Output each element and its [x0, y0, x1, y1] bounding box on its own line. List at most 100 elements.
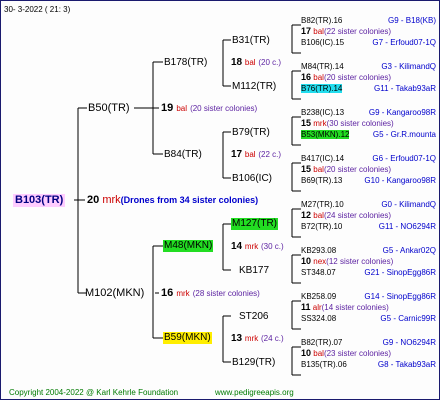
gen4-drone-info: 16 bal(20 sister colonies) [301, 72, 391, 83]
gen4-lower-queen: B53(MKN).12 [301, 129, 350, 140]
gen1-abbr: bal [176, 104, 187, 113]
gen4-lower-queen: B76(TR).14 [301, 83, 343, 94]
gen4-upper-id[interactable]: KB293.08 [301, 246, 336, 255]
gen4-abbr: alr [312, 303, 322, 312]
gen4-upper-id[interactable]: B417(IC).14 [301, 154, 344, 163]
gen4-lower-queen: SS324.08 [301, 313, 336, 324]
gen4-lower-id[interactable]: B53(MKN).12 [301, 130, 350, 139]
gen4-upper-queen: KB258.09 [301, 291, 336, 302]
gen2-queen-name[interactable]: M48(MKN) [163, 240, 214, 252]
gen2-drone-info: 17 bal (22 c.) [231, 149, 281, 160]
gen2-queen-name[interactable]: B178(TR) [164, 57, 207, 68]
gen4-note: (12 sister colonies) [326, 257, 394, 266]
footer-copyright: Copyright 2004-2022 @ Karl Kehrle Founda… [9, 388, 179, 397]
gen4-lower-origin: G11 - NO6294R [378, 222, 436, 231]
gen4-upper-origin: G0 - KilimandQ [381, 200, 436, 209]
gen4-upper-queen: B417(IC).14 [301, 153, 344, 164]
gen4-lower-id[interactable]: B106(IC).15 [301, 38, 344, 47]
gen4-lower-origin: G11 - Takab93aR [374, 84, 436, 93]
gen3-queen-name[interactable]: B31(TR) [232, 35, 270, 46]
gen3-queen-name[interactable]: B79(TR) [232, 127, 270, 138]
gen1-abbr: mrk [176, 289, 190, 298]
gen2-queen-name[interactable]: B59(MKN) [163, 332, 212, 344]
gen4-num: 10 [301, 256, 312, 266]
gen4-drone-info: 10 nex(12 sister colonies) [301, 256, 393, 267]
gen3-queen-name[interactable]: ST206 [239, 311, 268, 322]
gen4-lower-id[interactable]: B72(TR).10 [301, 222, 342, 231]
gen4-num: 12 [301, 210, 312, 220]
root-queen-name[interactable]: B103(TR) [13, 194, 66, 207]
gen4-lower-origin: G5 - Carnic99R [380, 314, 436, 323]
gen1-num: 16 [161, 287, 174, 299]
gen4-lower-queen: B69(TR).13 [301, 175, 342, 186]
gen4-upper-queen: B82(TR).07 [301, 337, 342, 348]
gen4-upper-origin: G9 - B18(KB) [387, 16, 436, 25]
footer-site-link[interactable]: www.pedigreeapis.org [215, 387, 294, 398]
gen4-note: (24 sister colonies) [323, 211, 392, 220]
gen2-drone-info: 18 bal (20 c.) [231, 57, 281, 68]
gen1-num: 19 [161, 102, 174, 114]
gen4-upper-id[interactable]: M27(TR).10 [301, 200, 344, 209]
gen4-drone-info: 10 bal(23 sister colonies) [301, 348, 391, 359]
gen2-queen-name[interactable]: B84(TR) [164, 149, 202, 160]
gen4-lower-id[interactable]: B135(TR).06 [301, 360, 347, 369]
gen1-queen-name[interactable]: M102(MKN) [85, 287, 144, 299]
gen4-upper-origin: G3 - KilimandQ [381, 62, 436, 71]
gen1-drone-info: 16 mrk (28 sister colonies) [161, 287, 260, 300]
gen4-lower-queen: B72(TR).10 [301, 221, 342, 232]
gen4-upper-origin: G6 - Erfoud07-1Q [372, 154, 436, 163]
gen4-lower-origin: G5 - Gr.R.mounta [372, 130, 436, 139]
gen4-lower-id[interactable]: SS324.08 [301, 314, 336, 323]
gen4-upper-id[interactable]: B238(IC).13 [301, 108, 344, 117]
gen2-num: 18 [231, 57, 243, 68]
gen4-upper-queen: KB293.08 [301, 245, 336, 256]
gen3-queen-name[interactable]: B106(IC) [232, 173, 272, 184]
gen4-upper-id[interactable]: KB258.09 [301, 292, 336, 301]
gen4-lower-origin: G7 - Erfoud07-1Q [372, 38, 436, 47]
gen3-queen-name[interactable]: M112(TR) [232, 81, 276, 92]
report-date: 30- 3-2022 ( 21: 3) [4, 5, 71, 14]
gen4-lower-origin: G8 - Takab93aR [377, 360, 436, 369]
gen1-queen-name[interactable]: B50(TR) [88, 102, 130, 114]
gen4-note: (14 sister colonies) [321, 303, 389, 312]
gen2-drone-info: 13 mrk (24 c.) [231, 333, 284, 344]
gen4-lower-queen: B106(IC).15 [301, 37, 344, 48]
gen4-note: (22 sister colonies) [323, 27, 392, 36]
gen4-drone-info: 15 bal(20 sister colonies) [301, 164, 391, 175]
gen3-queen-name[interactable]: M127(TR) [231, 218, 279, 230]
gen1-note: (20 sister colonies) [190, 104, 258, 113]
gen4-lower-id[interactable]: B76(TR).14 [301, 84, 343, 93]
gen4-upper-id[interactable]: M84(TR).14 [301, 62, 344, 71]
gen4-abbr: bal [313, 27, 324, 36]
gen4-abbr: bal [313, 349, 324, 358]
gen4-abbr: bal [313, 165, 324, 174]
gen3-queen-name[interactable]: B129(TR) [232, 357, 275, 368]
gen3-queen-name[interactable]: KB177 [239, 265, 269, 276]
gen4-upper-id[interactable]: B82(TR).07 [301, 338, 342, 347]
gen4-num: 16 [301, 72, 312, 82]
gen4-lower-queen: ST348.07 [301, 267, 336, 278]
gen2-num: 14 [231, 241, 243, 252]
gen2-abbr: bal [244, 150, 256, 159]
gen4-note: (20 sister colonies) [323, 165, 392, 174]
gen2-num: 13 [231, 333, 243, 344]
gen4-lower-origin: G10 - Kangaroo98R [364, 176, 436, 185]
gen4-lower-queen: B135(TR).06 [301, 359, 347, 370]
gen4-num: 15 [301, 164, 312, 174]
gen4-note: (30 sister colonies) [326, 119, 394, 128]
gen4-upper-id[interactable]: B82(TR).16 [301, 16, 342, 25]
root-num: 20 [87, 194, 100, 206]
gen4-note: (20 sister colonies) [323, 73, 392, 82]
gen2-abbr: mrk [244, 334, 259, 343]
gen4-note: (23 sister colonies) [323, 349, 392, 358]
gen4-abbr: bal [313, 211, 324, 220]
gen2-note: (22 c.) [258, 150, 282, 159]
gen4-lower-id[interactable]: B69(TR).13 [301, 176, 342, 185]
gen2-note: (30 c.) [261, 242, 284, 251]
gen1-note: (28 sister colonies) [192, 289, 260, 298]
gen4-abbr: bal [313, 73, 324, 82]
gen4-lower-id[interactable]: ST348.07 [301, 268, 336, 277]
gen2-drone-info: 14 mrk (30 c.) [231, 241, 284, 252]
gen4-upper-origin: G14 - SinopEgg86R [364, 292, 436, 301]
gen4-num: 17 [301, 26, 312, 36]
